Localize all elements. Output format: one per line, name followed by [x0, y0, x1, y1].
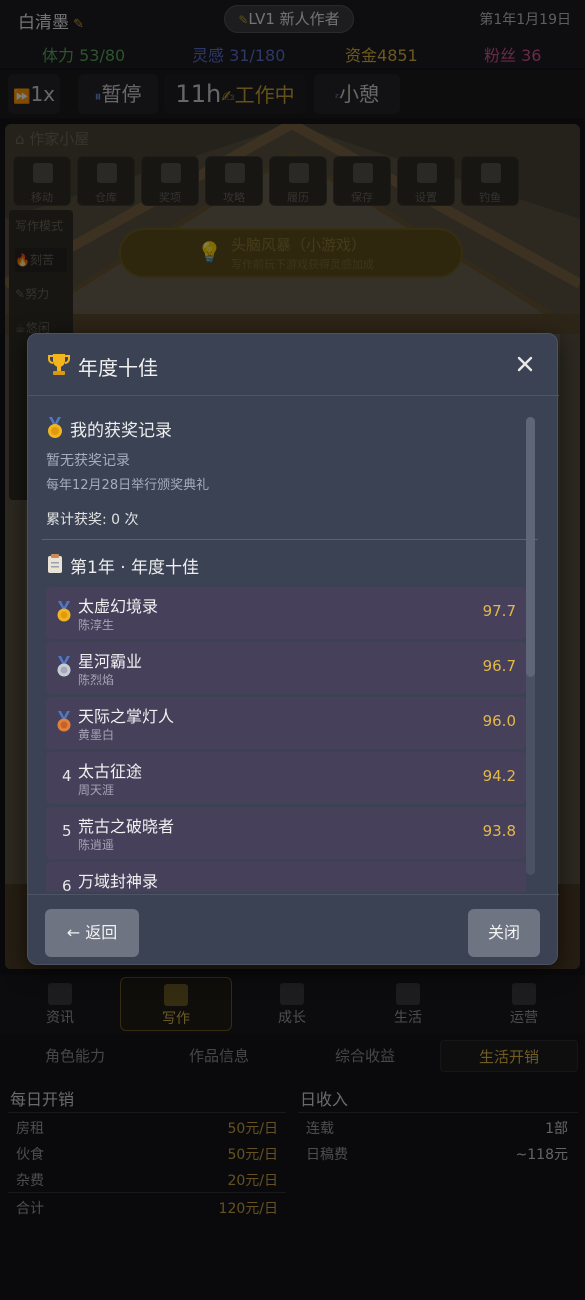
score: 94.2	[482, 767, 516, 785]
scrollbar[interactable]	[526, 417, 535, 875]
score: 97.7	[482, 602, 516, 620]
ranking-title: 第1年 · 年度十佳	[70, 558, 200, 578]
author-name: 周天涯	[78, 783, 115, 797]
book-title: 万域封神录	[78, 872, 159, 891]
book-title: 天际之掌灯人	[78, 707, 175, 726]
my-awards-title: 我的获奖记录	[70, 421, 172, 441]
no-awards-text: 暂无获奖记录	[46, 453, 130, 469]
score: 96.0	[482, 712, 516, 730]
ranking-row[interactable]: 天际之掌灯人 黄墨白 96.0	[46, 697, 526, 749]
ranking-row[interactable]: 6 万域封神录	[46, 862, 526, 892]
bronze-medal-icon	[57, 711, 71, 732]
dialog-body[interactable]: 我的获奖记录 暂无获奖记录 每年12月28日举行颁奖典礼 累计获奖: 0 次 第…	[28, 397, 559, 892]
ranking-row[interactable]: 太虚幻境录 陈淳生 97.7	[46, 587, 526, 639]
back-button[interactable]: ← 返回	[45, 909, 139, 957]
dialog-footer: ← 返回 关闭	[28, 894, 559, 966]
author-name: 陈淳生	[78, 618, 115, 632]
rank-number: 4	[62, 767, 72, 785]
book-title: 星河霸业	[78, 652, 143, 671]
book-title: 太古征途	[78, 762, 143, 781]
annual-top-ten-dialog: 年度十佳 我的获奖记录 暂无获奖记录 每年12月28日举行颁奖典礼 累计获奖: …	[27, 333, 559, 966]
author-name: 陈烈焰	[78, 673, 115, 687]
section-divider	[42, 539, 538, 540]
author-name: 陈逍遥	[78, 838, 115, 852]
close-button[interactable]: 关闭	[468, 909, 540, 957]
rank-number: 5	[62, 822, 72, 840]
medal-icon	[48, 417, 62, 438]
score: 96.7	[482, 657, 516, 675]
close-icon[interactable]	[513, 352, 537, 376]
dialog-title: 年度十佳	[78, 356, 158, 380]
dialog-header: 年度十佳	[28, 334, 559, 396]
author-name: 黄墨白	[78, 728, 115, 742]
scrollbar-thumb[interactable]	[526, 417, 535, 677]
ranking-row[interactable]: 星河霸业 陈烈焰 96.7	[46, 642, 526, 694]
clipboard-icon	[48, 554, 62, 573]
book-title: 荒古之破晓者	[78, 817, 175, 836]
total-awards: 累计获奖: 0 次	[46, 512, 139, 528]
gold-medal-icon	[57, 601, 71, 622]
ranking-row[interactable]: 5 荒古之破晓者 陈逍遥 93.8	[46, 807, 526, 859]
rank-number: 6	[62, 877, 72, 892]
ranking-row[interactable]: 4 太古征途 周天涯 94.2	[46, 752, 526, 804]
score: 93.8	[482, 822, 516, 840]
silver-medal-icon	[57, 656, 71, 677]
book-title: 太虚幻境录	[78, 597, 159, 616]
trophy-icon	[48, 354, 70, 375]
ceremony-note: 每年12月28日举行颁奖典礼	[46, 478, 210, 493]
